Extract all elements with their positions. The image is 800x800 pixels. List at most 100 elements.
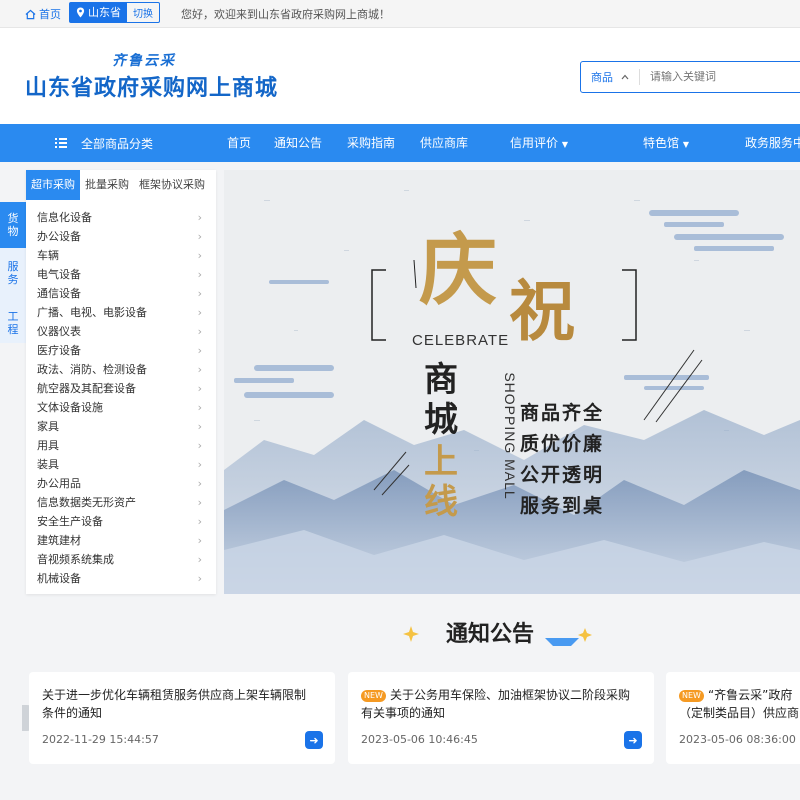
caret-down-icon: ▼ bbox=[561, 140, 568, 149]
menu-icon bbox=[55, 138, 67, 148]
nav-featured[interactable]: 特色馆 ▼ bbox=[643, 124, 689, 162]
category-item[interactable]: 用具 › bbox=[26, 436, 216, 455]
category-item[interactable]: 机械设备 › bbox=[26, 569, 216, 588]
new-badge: NEW bbox=[361, 690, 386, 702]
caret-down-icon: ▼ bbox=[682, 140, 689, 149]
tab-framework[interactable]: 框架协议采购 bbox=[134, 170, 210, 200]
notice-card-title: NEW 关于公务用车保险、加油框架协议二阶段采购有关事项的通知 bbox=[361, 688, 630, 720]
chevron-right-icon: › bbox=[197, 420, 202, 433]
notice-card-title: NEW “齐鲁云采”政府（定制类品目）供应商 bbox=[679, 688, 800, 720]
tab-services[interactable]: 服务 bbox=[0, 252, 26, 292]
chevron-right-icon: › bbox=[197, 458, 202, 471]
arrow-right-icon[interactable]: ➜ bbox=[305, 731, 323, 749]
category-list: 信息化设备 › 办公设备 › 车辆 › 电气设备 › 通信设备 › 广播、电视、电影设备 › 仪器仪表 ›… bbox=[26, 208, 216, 588]
chevron-right-icon: › bbox=[197, 344, 202, 357]
nav-guide[interactable]: 采购指南 bbox=[347, 124, 395, 162]
notice-card-date: 2022-11-29 15:44:57 bbox=[42, 733, 159, 746]
site-header: 齐鲁云采 山东省政府采购网上商城 商品 bbox=[0, 28, 800, 124]
category-item[interactable]: 办公设备 › bbox=[26, 227, 216, 246]
chevron-right-icon: › bbox=[197, 572, 202, 585]
chevron-right-icon: › bbox=[197, 230, 202, 243]
chevron-right-icon: › bbox=[197, 382, 202, 395]
notice-card-title: 关于进一步优化车辆租赁服务供应商上架车辆限制条件的通知 bbox=[42, 688, 307, 720]
new-badge: NEW bbox=[679, 690, 704, 702]
tab-engineering[interactable]: 工程 bbox=[0, 302, 26, 342]
chevron-right-icon: › bbox=[197, 306, 202, 319]
search-box: 商品 bbox=[580, 61, 800, 93]
logo-tagline: 齐鲁云采 bbox=[112, 53, 176, 69]
chevron-right-icon: › bbox=[197, 401, 202, 414]
chevron-right-icon: › bbox=[197, 496, 202, 509]
chevron-right-icon: › bbox=[197, 553, 202, 566]
arrow-right-icon[interactable]: ➜ bbox=[624, 731, 642, 749]
all-categories-menu[interactable]: 全部商品分类 bbox=[55, 124, 153, 162]
category-item[interactable]: 家具 › bbox=[26, 417, 216, 436]
chevron-right-icon: › bbox=[197, 211, 202, 224]
category-item[interactable]: 音视频系统集成 › bbox=[26, 550, 216, 569]
switch-province-button[interactable]: 切换 bbox=[127, 5, 159, 20]
chevron-right-icon: › bbox=[197, 515, 202, 528]
location-selector[interactable]: 山东省 切换 bbox=[69, 2, 160, 23]
current-province: 山东省 bbox=[70, 3, 127, 22]
nav-notices[interactable]: 通知公告 bbox=[274, 124, 322, 162]
category-item[interactable]: 航空器及其配套设备 › bbox=[26, 379, 216, 398]
nav-suppliers[interactable]: 供应商库 bbox=[420, 124, 468, 162]
top-bar: 首页 山东省 切换 您好，欢迎来到山东省政府采购网上商城！ bbox=[0, 0, 800, 28]
category-item[interactable]: 信息化设备 › bbox=[26, 208, 216, 227]
main-nav: 全部商品分类 首页 通知公告 采购指南 供应商库 信用评价 ▼ 特色馆 ▼ 政务… bbox=[0, 124, 800, 162]
notice-card-date: 2023-05-06 10:46:45 bbox=[361, 733, 478, 746]
category-item[interactable]: 建筑建材 › bbox=[26, 531, 216, 550]
chevron-right-icon: › bbox=[197, 249, 202, 262]
notice-card[interactable]: 关于进一步优化车辆租赁服务供应商上架车辆限制条件的通知 2022-11-29 1… bbox=[29, 672, 335, 764]
category-item[interactable]: 车辆 › bbox=[26, 246, 216, 265]
notice-card-date: 2023-05-06 08:36:00 bbox=[679, 733, 796, 746]
chevron-right-icon: › bbox=[197, 363, 202, 376]
banner-slogans: 商品齐全 质优价廉 公开透明 服务到桌 bbox=[520, 402, 605, 517]
notice-card[interactable]: NEW 关于公务用车保险、加油框架协议二阶段采购有关事项的通知 2023-05-0… bbox=[348, 672, 654, 764]
category-panel: 超市采购 批量采购 框架协议采购 信息化设备 › 办公设备 › 车辆 › 电气设备 › 通信设备… bbox=[26, 170, 216, 594]
notice-section-title: 通知公告 bbox=[446, 622, 535, 647]
banner-char-zhu: 祝 bbox=[509, 272, 575, 350]
chevron-right-icon: › bbox=[197, 534, 202, 547]
chevron-right-icon: › bbox=[197, 325, 202, 338]
chevron-up-icon bbox=[621, 74, 629, 80]
category-item[interactable]: 装具 › bbox=[26, 455, 216, 474]
banner-celebrate: CELEBRATE bbox=[412, 332, 510, 349]
category-item[interactable]: 广播、电视、电影设备 › bbox=[26, 303, 216, 322]
banner-shopping-mall: SHOPPING MALL bbox=[502, 372, 518, 500]
home-icon bbox=[25, 9, 36, 19]
category-item[interactable]: 政法、消防、检测设备 › bbox=[26, 360, 216, 379]
home-link[interactable]: 首页 bbox=[25, 6, 61, 22]
tab-supermarket[interactable]: 超市采购 bbox=[26, 170, 80, 200]
site-logo[interactable]: 山东省政府采购网上商城 bbox=[25, 70, 278, 102]
hero-banner[interactable]: 庆 祝 CELEBRATE 商城 上线 SHOPPING MALL 商品齐全 质… bbox=[224, 170, 800, 594]
category-item[interactable]: 医疗设备 › bbox=[26, 341, 216, 360]
nav-credit[interactable]: 信用评价 ▼ bbox=[510, 124, 568, 162]
welcome-text: 您好，欢迎来到山东省政府采购网上商城！ bbox=[181, 8, 390, 21]
banner-shangxian: 上线 bbox=[424, 442, 458, 522]
banner-shangcheng: 商城 bbox=[424, 360, 458, 440]
tab-goods[interactable]: 货物 bbox=[0, 202, 26, 248]
chevron-right-icon: › bbox=[197, 287, 202, 300]
category-item[interactable]: 信息数据类无形资产 › bbox=[26, 493, 216, 512]
nav-gov-services[interactable]: 政务服务中 bbox=[745, 124, 800, 162]
location-pin-icon bbox=[76, 7, 85, 18]
chevron-right-icon: › bbox=[197, 477, 202, 490]
search-input[interactable] bbox=[650, 71, 790, 83]
tab-bulk[interactable]: 批量采购 bbox=[80, 170, 134, 200]
nav-home[interactable]: 首页 bbox=[227, 124, 251, 162]
category-tabs: 超市采购 批量采购 框架协议采购 bbox=[26, 170, 210, 200]
search-category-select[interactable]: 商品 bbox=[581, 69, 640, 85]
notice-card[interactable]: NEW “齐鲁云采”政府（定制类品目）供应商 2023-05-06 08:36:0… bbox=[666, 672, 800, 764]
category-item[interactable]: 通信设备 › bbox=[26, 284, 216, 303]
category-item[interactable]: 仪器仪表 › bbox=[26, 322, 216, 341]
chevron-right-icon: › bbox=[197, 439, 202, 452]
procurement-type-tabs: 货物 服务 工程 bbox=[0, 202, 26, 343]
home-link-label: 首页 bbox=[39, 8, 61, 21]
chevron-right-icon: › bbox=[197, 268, 202, 281]
category-item[interactable]: 电气设备 › bbox=[26, 265, 216, 284]
category-item[interactable]: 办公用品 › bbox=[26, 474, 216, 493]
category-item[interactable]: 安全生产设备 › bbox=[26, 512, 216, 531]
banner-char-qing: 庆 bbox=[419, 225, 498, 316]
category-item[interactable]: 文体设备设施 › bbox=[26, 398, 216, 417]
